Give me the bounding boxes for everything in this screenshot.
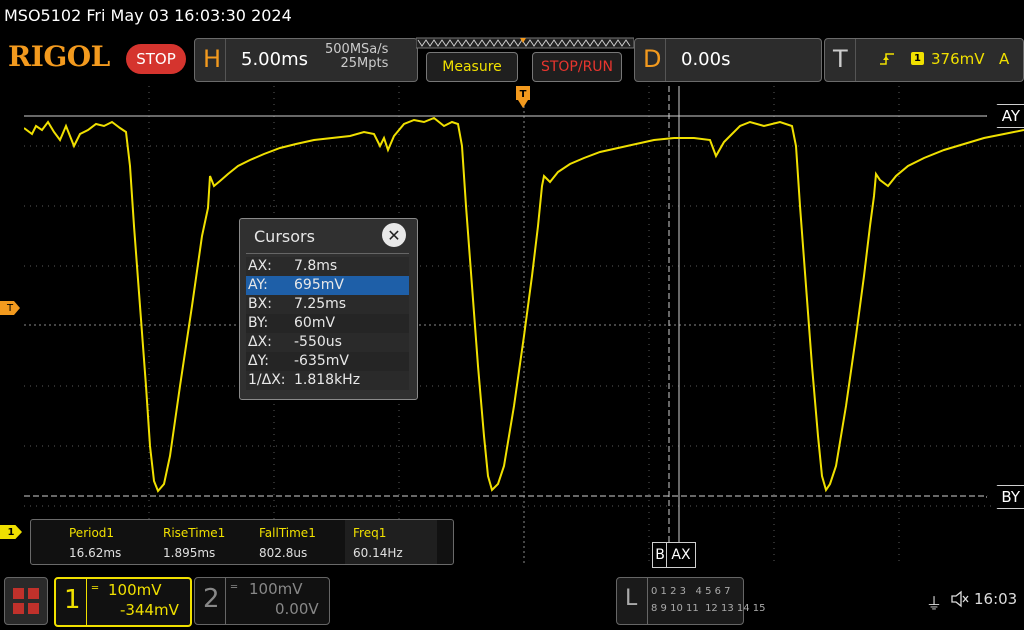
measurement-bar[interactable]: Period1 16.62ms RiseTime1 1.895ms FallTi… <box>30 519 454 565</box>
delay-value: 0.00s <box>681 49 731 70</box>
horizontal-letter: H <box>203 45 222 73</box>
measurement-value: 802.8us <box>259 546 308 560</box>
measure-button[interactable]: Measure <box>426 52 518 82</box>
trigger-source-badge: 1 <box>911 52 924 65</box>
rising-edge-icon <box>880 53 894 65</box>
measurement-name: Freq1 <box>353 526 387 540</box>
channel1-offset: -344mV <box>120 601 179 619</box>
waveform-display[interactable] <box>24 86 1024 564</box>
row-key: AY: <box>248 277 268 293</box>
delay-letter: D <box>643 45 662 73</box>
measurement-name: FallTime1 <box>259 526 316 540</box>
measurement-value: 16.62ms <box>69 546 122 560</box>
menu-divider <box>246 253 409 254</box>
close-icon[interactable]: ✕ <box>382 223 406 247</box>
divider <box>86 579 87 625</box>
row-key: AX: <box>248 258 272 274</box>
trigger-position-marker[interactable]: T <box>515 86 531 110</box>
trigger-letter: T <box>833 45 848 73</box>
logic-channels-row2: 8 9 10 11 12 13 14 15 <box>651 603 766 614</box>
measurement-period[interactable]: Period1 16.62ms <box>61 520 153 564</box>
cursors-menu-title: Cursors <box>254 227 315 246</box>
cursor-ax-tag[interactable]: AX <box>666 542 696 568</box>
measurement-risetime[interactable]: RiseTime1 1.895ms <box>155 520 247 564</box>
row-value: 7.8ms <box>294 258 338 274</box>
row-value: -635mV <box>294 353 349 369</box>
row-value: -550us <box>294 334 342 350</box>
divider <box>855 39 856 81</box>
memory-depth: 25Mpts <box>340 56 389 71</box>
measurement-value: 1.895ms <box>163 546 216 560</box>
row-key: BY: <box>248 315 269 331</box>
model-datetime: MSO5102 Fri May 03 16:03:30 2024 <box>4 6 292 25</box>
measurement-value: 60.14Hz <box>353 546 403 560</box>
measurement-name: Period1 <box>69 526 115 540</box>
row-value: 7.25ms <box>294 296 347 312</box>
cursor-row-ax[interactable]: AX: 7.8ms <box>246 257 409 276</box>
channel2-number: 2 <box>203 584 220 614</box>
clock: 16:03 <box>974 590 1018 608</box>
channel2-panel[interactable]: 2 ═ 100mV 0.00V <box>194 577 330 625</box>
row-key: ΔX: <box>248 334 272 350</box>
run-state-button[interactable]: STOP <box>126 44 186 74</box>
trigger-mode: A <box>999 50 1010 68</box>
measurement-falltime[interactable]: FallTime1 802.8us <box>251 520 343 564</box>
timebase-value: 5.00ms <box>241 49 308 70</box>
row-key: 1/ΔX: <box>248 372 286 388</box>
measurement-freq[interactable]: Freq1 60.14Hz <box>345 520 437 564</box>
logic-letter: L <box>625 586 638 611</box>
channel1-panel[interactable]: 1 ═ 100mV -344mV <box>54 577 192 627</box>
logic-channels-row1: 0 1 2 3 4 5 6 7 <box>651 586 731 597</box>
speaker-muted-icon[interactable] <box>950 590 970 608</box>
dc-coupling-icon: ═ <box>92 583 99 594</box>
cursors-menu: Cursors ✕ AX: 7.8ms AY: 695mV BX: 7.25ms… <box>239 218 418 400</box>
divider <box>225 578 226 624</box>
sample-rate: 500MSa/s <box>325 42 389 57</box>
memory-position-bar <box>416 37 634 49</box>
trigger-level: 376mV <box>931 50 985 68</box>
row-value: 60mV <box>294 315 336 331</box>
divider <box>225 39 226 81</box>
measurement-name: RiseTime1 <box>163 526 226 540</box>
channel1-offset-marker[interactable]: 1 <box>0 525 22 539</box>
channel1-scale: 100mV <box>108 581 162 599</box>
trigger-panel[interactable]: T 1 376mV A <box>824 38 1024 82</box>
row-value: 1.818kHz <box>294 372 361 388</box>
row-key: BX: <box>248 296 272 312</box>
stop-run-button[interactable]: STOP/RUN <box>532 52 622 82</box>
channel2-scale: 100mV <box>249 580 303 598</box>
divider <box>647 578 648 624</box>
logic-panel[interactable]: L 0 1 2 3 4 5 6 7 8 9 10 11 12 13 14 15 <box>616 577 766 625</box>
main-menu-button[interactable] <box>4 577 48 625</box>
cursor-row-delta-x[interactable]: ΔX: -550us <box>246 333 409 352</box>
row-key: ΔY: <box>248 353 269 369</box>
delay-panel[interactable]: D 0.00s <box>634 38 822 82</box>
cursor-row-bx[interactable]: BX: 7.25ms <box>246 295 409 314</box>
channel1-number: 1 <box>64 585 81 615</box>
trigger-level-marker[interactable]: T <box>0 301 20 315</box>
menu-grid-icon <box>13 588 39 614</box>
divider <box>665 39 666 81</box>
row-value: 695mV <box>294 277 344 293</box>
rigol-logo: RIGOL <box>8 40 110 73</box>
title-bar: MSO5102 Fri May 03 16:03:30 2024 <box>0 0 1024 34</box>
cursor-row-delta-y[interactable]: ΔY: -635mV <box>246 352 409 371</box>
cursor-row-by[interactable]: BY: 60mV <box>246 314 409 333</box>
trigger-position-t: T <box>520 89 527 100</box>
dc-coupling-icon: ═ <box>231 582 238 593</box>
cursor-row-inverse-delta-x[interactable]: 1/ΔX: 1.818kHz <box>246 371 409 390</box>
horizontal-panel[interactable]: H 5.00ms 500MSa/s 25Mpts <box>194 38 418 82</box>
acq-info: 500MSa/s 25Mpts <box>325 43 388 71</box>
cursor-row-ay[interactable]: AY: 695mV <box>246 276 409 295</box>
usb-icon: ⏚ <box>926 594 943 613</box>
channel2-offset: 0.00V <box>275 600 319 618</box>
